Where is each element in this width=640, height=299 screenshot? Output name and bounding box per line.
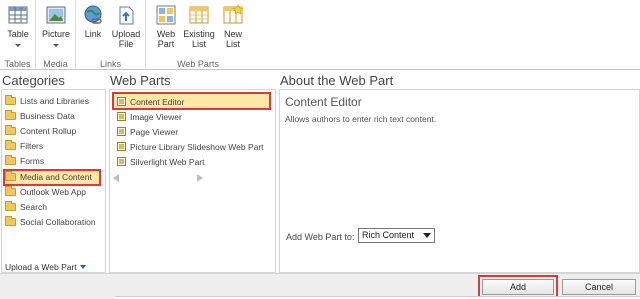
web-part-label-1: Web bbox=[156, 29, 176, 39]
new-list-label-1: New bbox=[223, 29, 242, 39]
picture-icon bbox=[45, 4, 67, 26]
chevron-down-icon bbox=[423, 233, 431, 238]
web-part-label: Picture Library Slideshow Web Part bbox=[130, 142, 264, 152]
link-button[interactable]: Link bbox=[79, 4, 107, 39]
existing-list-button[interactable]: Existing List bbox=[182, 4, 216, 49]
upload-file-label-2: File bbox=[118, 39, 134, 49]
upload-web-part-label: Upload a Web Part bbox=[5, 262, 77, 272]
new-list-label-2: List bbox=[225, 39, 240, 49]
web-part-button[interactable]: Web Part bbox=[152, 4, 180, 49]
category-label: Lists and Libraries bbox=[20, 96, 89, 106]
group-label-web-parts: Web Parts bbox=[177, 59, 219, 69]
upload-file-button[interactable]: Upload File bbox=[109, 4, 143, 49]
chevron-down-icon bbox=[15, 44, 21, 47]
web-part-icon bbox=[155, 4, 177, 26]
web-parts-title: Web Parts bbox=[110, 73, 171, 88]
table-icon bbox=[7, 4, 29, 26]
ribbon-group-media: Picture Media bbox=[36, 0, 76, 70]
web-part-icon bbox=[117, 127, 126, 136]
group-label-links: Links bbox=[99, 59, 121, 69]
cancel-button[interactable]: Cancel bbox=[562, 279, 636, 295]
web-part-item-image-viewer[interactable]: Image Viewer bbox=[117, 110, 182, 124]
web-part-icon bbox=[117, 142, 126, 151]
category-label: Content Rollup bbox=[20, 126, 77, 136]
add-web-part-to-label: Add Web Part to: bbox=[286, 232, 355, 242]
web-part-label: Page Viewer bbox=[130, 127, 179, 137]
web-part-label: Image Viewer bbox=[130, 112, 182, 122]
web-part-label: Content Editor bbox=[130, 97, 185, 107]
ribbon: Table Tables Picture Media Link Upload F… bbox=[0, 0, 640, 70]
category-label: Outlook Web App bbox=[20, 187, 86, 197]
category-label: Social Collaboration bbox=[20, 217, 96, 227]
category-item-social-collaboration[interactable]: Social Collaboration bbox=[5, 215, 96, 229]
existing-list-label-1: Existing bbox=[183, 29, 215, 39]
link-button-label: Link bbox=[84, 29, 102, 39]
categories-title: Categories bbox=[2, 73, 65, 88]
category-item-forms[interactable]: Forms bbox=[5, 154, 44, 168]
category-label: Forms bbox=[20, 156, 45, 166]
category-item-media-and-content[interactable]: Media and Content bbox=[5, 170, 92, 184]
web-part-icon bbox=[117, 97, 126, 106]
about-part-name: Content Editor bbox=[285, 95, 362, 109]
group-label-tables: Tables bbox=[4, 59, 31, 69]
folder-icon bbox=[5, 140, 16, 150]
add-web-part-to-select[interactable]: Rich Content bbox=[358, 228, 435, 243]
new-list-button[interactable]: New List bbox=[220, 4, 246, 49]
globe-link-icon bbox=[82, 4, 104, 26]
table-button-label: Table bbox=[7, 29, 29, 39]
web-part-item-silverlight[interactable]: Silverlight Web Part bbox=[117, 155, 204, 169]
web-parts-pager bbox=[113, 174, 208, 184]
chevron-down-icon bbox=[53, 44, 59, 47]
folder-icon bbox=[5, 171, 16, 181]
table-button[interactable]: Table bbox=[2, 4, 34, 49]
folder-icon bbox=[5, 95, 16, 105]
category-label: Business Data bbox=[20, 111, 75, 121]
folder-icon bbox=[5, 216, 16, 226]
category-item-business-data[interactable]: Business Data bbox=[5, 109, 75, 123]
category-item-search[interactable]: Search bbox=[5, 200, 47, 214]
folder-icon bbox=[5, 110, 16, 120]
category-item-filters[interactable]: Filters bbox=[5, 139, 43, 153]
category-label: Search bbox=[20, 202, 47, 212]
chevron-down-icon bbox=[79, 265, 86, 269]
web-part-label: Silverlight Web Part bbox=[130, 157, 205, 167]
web-part-item-picture-library-slideshow[interactable]: Picture Library Slideshow Web Part bbox=[117, 140, 264, 154]
upload-file-icon bbox=[115, 4, 137, 26]
web-part-item-page-viewer[interactable]: Page Viewer bbox=[117, 125, 178, 139]
group-label-media: Media bbox=[43, 59, 68, 69]
folder-icon bbox=[5, 125, 16, 135]
category-label: Filters bbox=[20, 141, 44, 151]
folder-icon bbox=[5, 201, 16, 211]
upload-file-label-1: Upload bbox=[111, 29, 141, 39]
ribbon-group-web-parts: Web Part Existing List New List Web Part… bbox=[146, 0, 250, 70]
new-list-icon bbox=[222, 4, 244, 26]
web-part-icon bbox=[117, 112, 126, 121]
add-web-part-to-value: Rich Content bbox=[362, 230, 415, 240]
previous-arrow-icon[interactable] bbox=[113, 174, 119, 182]
ribbon-group-links: Link Upload File Links bbox=[76, 0, 146, 70]
category-item-content-rollup[interactable]: Content Rollup bbox=[5, 124, 76, 138]
picture-button-label: Picture bbox=[41, 29, 70, 39]
category-item-outlook-web-app[interactable]: Outlook Web App bbox=[5, 185, 86, 199]
next-arrow-icon[interactable] bbox=[197, 174, 203, 182]
about-description: Allows authors to enter rich text conten… bbox=[285, 114, 437, 124]
folder-icon bbox=[5, 186, 16, 196]
category-item-lists-and-libraries[interactable]: Lists and Libraries bbox=[5, 94, 89, 108]
upload-web-part-link[interactable]: Upload a Web Part bbox=[5, 262, 86, 272]
folder-icon bbox=[5, 155, 16, 165]
web-part-item-content-editor[interactable]: Content Editor bbox=[117, 95, 184, 109]
about-title: About the Web Part bbox=[280, 73, 394, 88]
ribbon-group-tables: Table Tables bbox=[0, 0, 36, 70]
add-button-highlight bbox=[478, 275, 558, 298]
web-part-icon bbox=[117, 157, 126, 166]
category-label: Media and Content bbox=[20, 172, 92, 182]
picture-button[interactable]: Picture bbox=[40, 4, 72, 49]
existing-list-label-2: List bbox=[191, 39, 206, 49]
web-part-label-2: Part bbox=[157, 39, 175, 49]
existing-list-icon bbox=[188, 4, 210, 26]
